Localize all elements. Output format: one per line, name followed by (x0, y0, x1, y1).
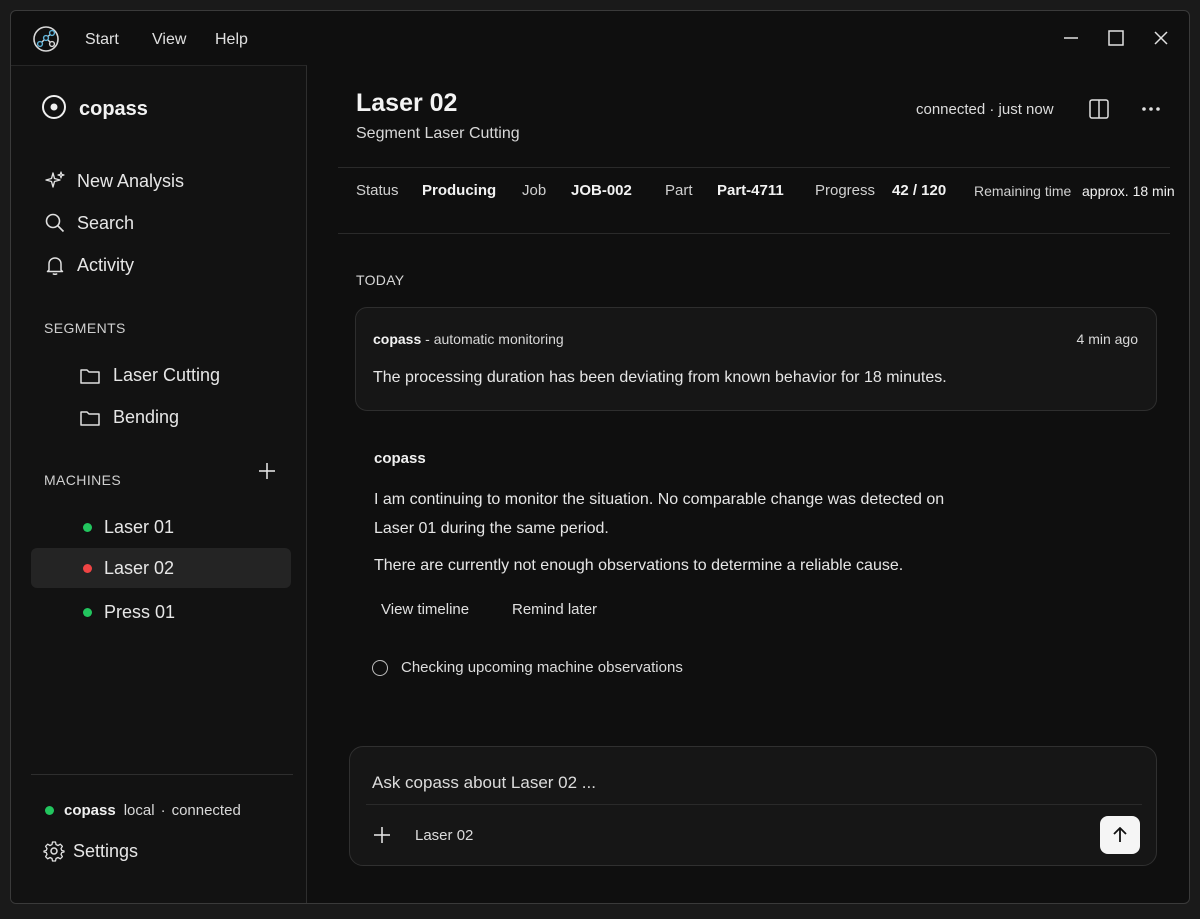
progress-value: 42 / 120 (892, 182, 947, 199)
segment-bending[interactable]: Bending (79, 407, 179, 428)
settings-button[interactable]: Settings (43, 840, 138, 862)
composer-divider (366, 804, 1142, 805)
minimize-icon[interactable] (1058, 25, 1084, 51)
composer: Laser 02 (349, 746, 1157, 866)
connection-separator: · (160, 802, 166, 819)
nav-activity[interactable]: Activity (43, 253, 134, 277)
main-panel: Laser 02 Segment Laser Cutting connected… (308, 65, 1189, 903)
machine-laser-01[interactable]: Laser 01 (31, 507, 291, 547)
machine-label: Press 01 (104, 601, 176, 622)
divider (338, 233, 1170, 234)
remaining-value: approx. 18 min (1082, 183, 1175, 199)
job-label: Job (522, 182, 547, 199)
search-icon (43, 211, 67, 235)
plus-icon (259, 463, 275, 479)
alert-text: The processing duration has been deviati… (373, 369, 947, 386)
machine-label: Laser 02 (104, 557, 175, 578)
gear-icon (43, 840, 65, 862)
segment-label: Laser Cutting (113, 365, 221, 385)
nav-search[interactable]: Search (43, 211, 134, 235)
pending-circle-icon (372, 659, 388, 676)
alert-source: - automatic monitoring (421, 331, 564, 347)
more-options-icon[interactable] (1137, 95, 1165, 123)
alert-header: copass - automatic monitoring (373, 331, 564, 347)
status-dot (45, 806, 54, 815)
nav-label: Activity (77, 254, 135, 275)
folder-icon (79, 408, 101, 428)
context-chip[interactable]: Laser 02 (415, 827, 473, 844)
segment-laser-cutting[interactable]: Laser Cutting (79, 365, 220, 386)
attach-button[interactable] (370, 823, 394, 847)
add-machine-button[interactable] (255, 459, 279, 483)
nav-label: New Analysis (77, 170, 185, 191)
header-connection-status: connected · just now (916, 101, 1054, 118)
menu-view[interactable]: View (152, 31, 186, 49)
ask-input[interactable] (372, 771, 1132, 795)
task-label: Checking upcoming machine observations (401, 659, 683, 676)
remaining-label: Remaining time (974, 183, 1072, 199)
status-value: Producing (422, 182, 497, 199)
title-bar: Start View Help (11, 11, 1189, 65)
settings-label: Settings (73, 840, 139, 861)
reply-text-line: There are currently not enough observati… (374, 557, 904, 574)
menu-start[interactable]: Start (85, 31, 119, 49)
machine-label: Laser 01 (104, 516, 175, 537)
view-timeline-button[interactable]: View timeline (381, 601, 469, 618)
job-value: JOB-002 (571, 182, 632, 199)
alert-card: copass - automatic monitoring 4 min ago … (355, 307, 1157, 411)
brand[interactable]: copass (41, 94, 148, 125)
menu-help[interactable]: Help (215, 31, 248, 49)
part-value: Part-4711 (717, 182, 784, 199)
pending-task: Checking upcoming machine observations (372, 659, 683, 676)
bell-icon (43, 253, 67, 277)
maximize-icon[interactable] (1103, 25, 1129, 51)
brand-icon (41, 94, 67, 125)
part-label: Part (665, 182, 693, 199)
status-dot (83, 563, 92, 573)
status-dot (83, 522, 92, 532)
plus-icon (374, 827, 390, 843)
connection-status: copass local · connected (45, 802, 241, 819)
page-subtitle: Segment Laser Cutting (356, 125, 520, 142)
nav-new-analysis[interactable]: New Analysis (43, 169, 184, 193)
split-view-icon[interactable] (1085, 95, 1113, 123)
nav-label: Search (77, 212, 135, 233)
status-label: Status (356, 182, 399, 199)
machine-press-01[interactable]: Press 01 (31, 592, 291, 632)
close-icon[interactable] (1148, 25, 1174, 51)
sparkle-icon (43, 169, 67, 193)
reply-author: copass (374, 450, 426, 467)
status-dot (83, 607, 92, 617)
arrow-up-icon (1113, 827, 1127, 842)
remind-later-button[interactable]: Remind later (512, 601, 597, 618)
alert-author: copass (373, 331, 422, 347)
connection-name: copass (64, 802, 116, 819)
sidebar-divider (31, 774, 293, 775)
reply-text-line: Laser 01 during the same period. (374, 520, 609, 537)
divider (338, 167, 1170, 168)
app-window: Start View Help copass New Analysis Sear… (10, 10, 1190, 904)
progress-label: Progress (815, 182, 876, 199)
machine-laser-02[interactable]: Laser 02 (31, 548, 291, 588)
connection-mode: local (123, 802, 155, 819)
segments-heading: SEGMENTS (44, 320, 126, 336)
folder-icon (79, 366, 101, 386)
send-button[interactable] (1100, 816, 1140, 854)
connection-state: connected (171, 802, 241, 819)
page-title: Laser 02 (356, 89, 458, 117)
machine-status-bar: Status Producing Job JOB-002 Part Part-4… (356, 182, 1176, 206)
machines-heading: MACHINES (44, 472, 122, 488)
brand-name: copass (79, 98, 148, 120)
reply-text-line: I am continuing to monitor the situation… (374, 491, 945, 508)
segment-label: Bending (113, 407, 180, 427)
day-label: TODAY (356, 272, 405, 288)
app-logo-icon (31, 24, 61, 54)
sidebar: copass New Analysis Search Activity SEGM… (11, 65, 307, 903)
alert-time: 4 min ago (1076, 331, 1138, 347)
